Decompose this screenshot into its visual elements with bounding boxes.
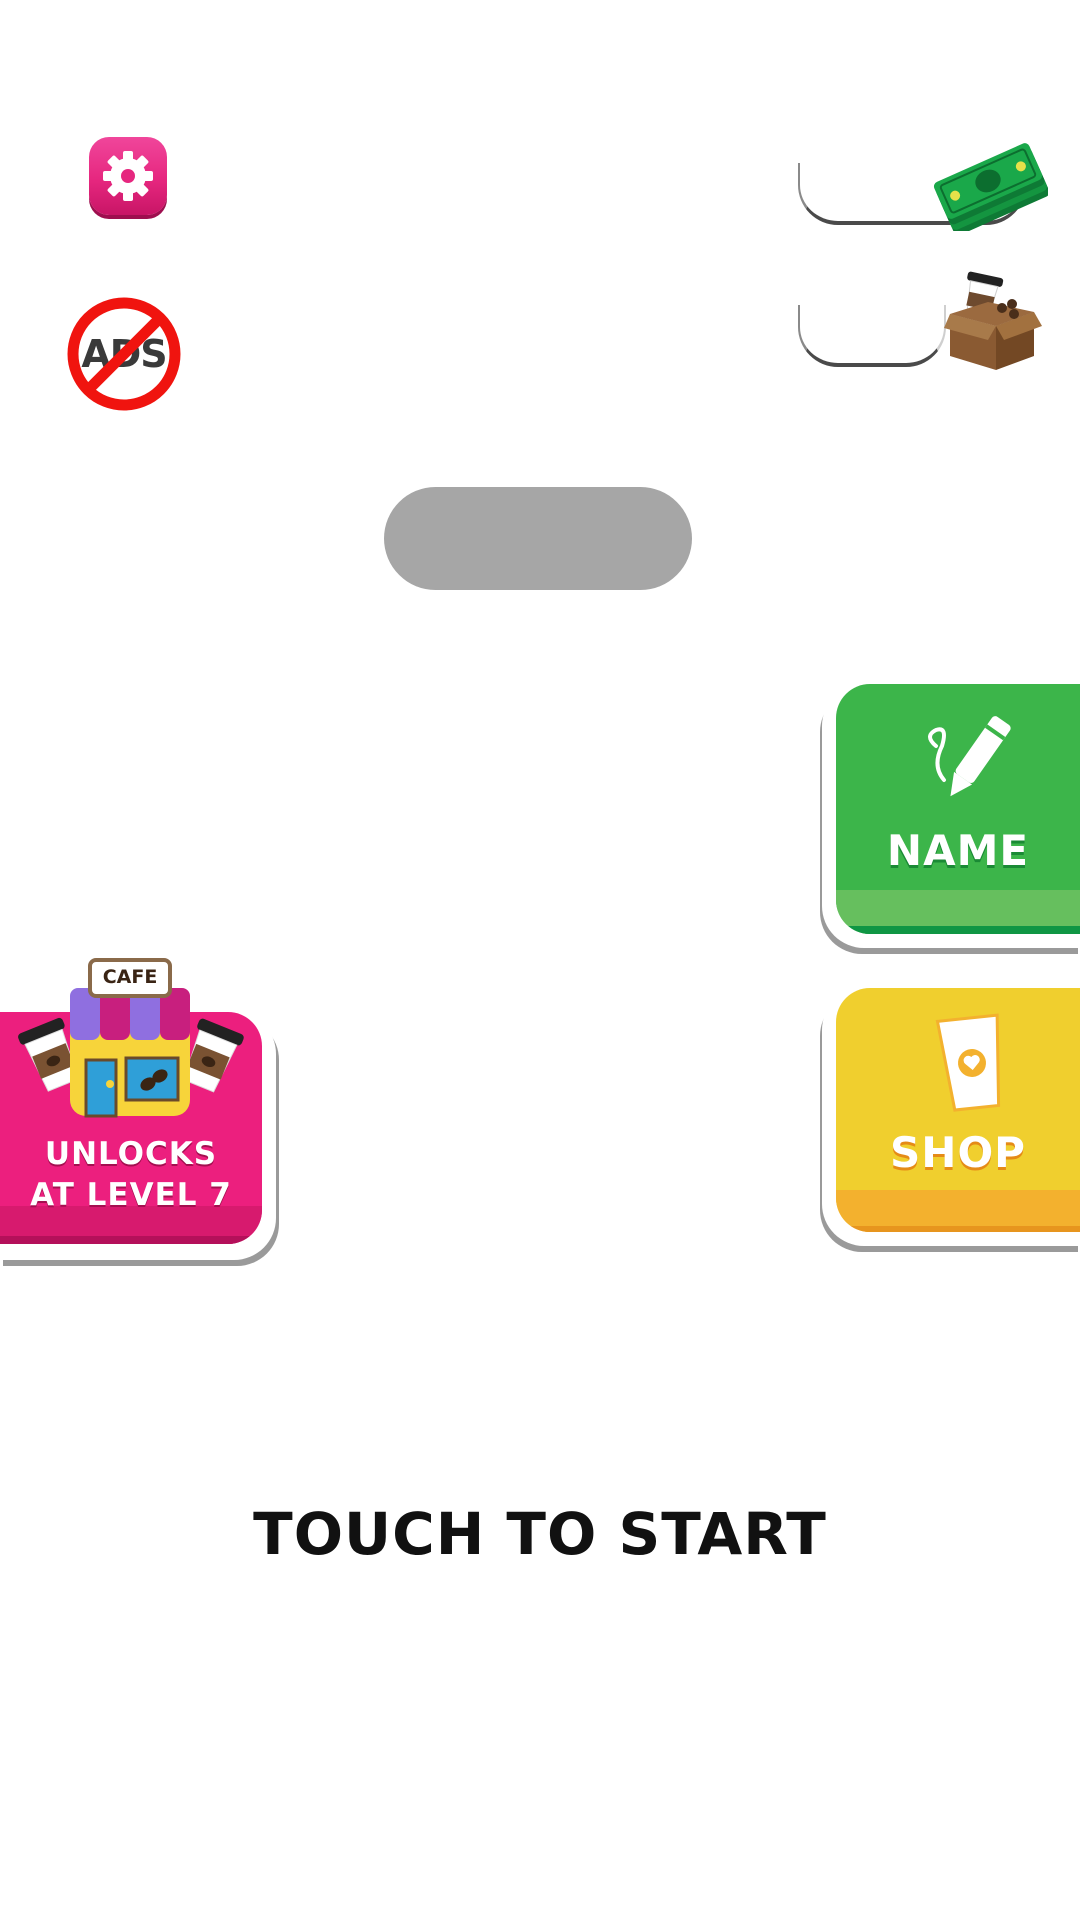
shop-button-label: SHOP	[890, 1128, 1026, 1177]
gear-icon	[103, 151, 153, 201]
shop-button[interactable]: SHOP	[822, 988, 1080, 1246]
shop-button-lip	[836, 1190, 1080, 1232]
name-button-face: NAME	[836, 684, 1080, 934]
coffee-cup-icon	[935, 1013, 1001, 1112]
shop-button-face: SHOP	[836, 988, 1080, 1232]
name-button-label: NAME	[886, 826, 1030, 875]
main-menu-screen[interactable]: ADS	[0, 0, 1080, 1920]
cafe-locked-line2: AT LEVEL 7	[30, 1177, 232, 1213]
cafe-locked-label: UNLOCKS AT LEVEL 7	[0, 1134, 262, 1216]
coffee-box-icon	[944, 271, 1042, 370]
level-pill	[384, 487, 692, 590]
cash-icon	[933, 143, 1048, 231]
cafe-shop-icon: CAFE	[10, 958, 250, 1118]
touch-to-start-prompt[interactable]: TOUCH TO START	[0, 1500, 1080, 1568]
cafe-sign-text: CAFE	[102, 966, 158, 988]
name-button[interactable]: NAME	[822, 684, 1080, 948]
pencil-icon	[928, 716, 1011, 797]
cafe-locked-line1: UNLOCKS	[44, 1136, 218, 1172]
no-ads-button[interactable]: ADS	[66, 296, 182, 412]
coffee-stock-counter	[798, 305, 946, 367]
name-button-lip	[836, 890, 1080, 934]
no-ads-slash	[84, 314, 164, 394]
settings-button[interactable]	[89, 137, 167, 215]
